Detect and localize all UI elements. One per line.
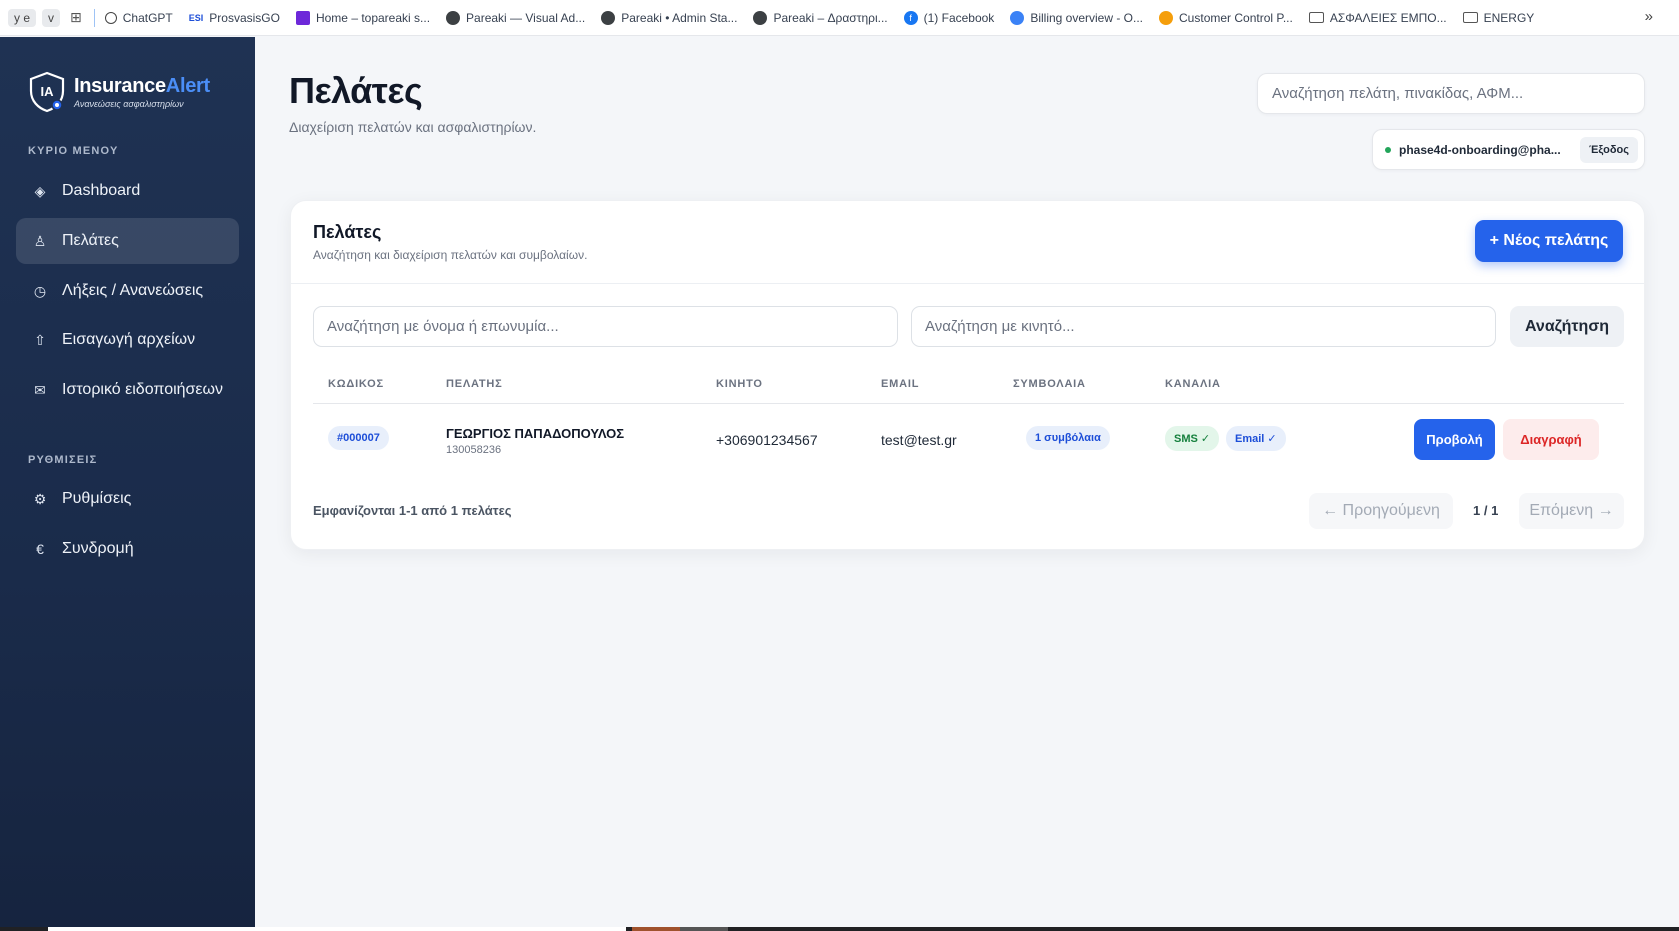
client-tax-id: 130058236 (446, 444, 502, 456)
bookmarks-bar: y e v ⊞ ChatGPT ESI ProsvasisGO Home – to… (0, 0, 1679, 36)
bookmark-customer-control[interactable]: Customer Control P... (1159, 10, 1293, 25)
globe-icon (601, 10, 616, 25)
taskbar-strip (0, 927, 1679, 931)
page-title: Πελάτες (289, 70, 423, 111)
logo-title: InsuranceAlert (74, 75, 210, 97)
bookmark-pareaki-admin[interactable]: Pareaki • Admin Sta... (601, 10, 737, 25)
clock-icon: ◷ (33, 282, 47, 299)
logout-button[interactable]: Έξοδος (1580, 136, 1638, 163)
euro-icon: € (36, 541, 44, 557)
sidebar-item-label: Ιστορικό ειδοποιήσεων (62, 381, 224, 398)
billing-icon (1010, 10, 1025, 25)
bookmark-home-topareaki[interactable]: Home – topareaki s... (295, 10, 430, 25)
sidebar-item-label: Dashboard (62, 182, 141, 199)
sidebar-item-dashboard[interactable]: ◈ Dashboard (16, 168, 239, 214)
sidebar-item-label: Συνδρομή (62, 540, 134, 557)
column-header-contracts: ΣΥΜΒΟΛΑΙΑ (1013, 378, 1086, 390)
bookmark-facebook[interactable]: f (1) Facebook (903, 10, 994, 25)
folder-icon (1462, 12, 1478, 23)
sidebar-item-label: Ρυθμίσεις (62, 490, 132, 507)
client-email: test@test.gr (881, 432, 957, 448)
sidebar-item-label: Λήξεις / Ανανεώσεις (62, 282, 204, 299)
esi-logo-icon: ESI (188, 12, 204, 23)
card-subtitle: Αναζήτηση και διαχείριση πελατών και συμ… (313, 248, 588, 262)
globe-icon (753, 10, 768, 25)
app-logo[interactable]: IA InsuranceAlert Ανανεώσεις ασφαλιστηρί… (28, 71, 210, 113)
sidebar-item-label: Εισαγωγή αρχείων (62, 331, 196, 348)
global-search-input[interactable] (1257, 73, 1645, 114)
logo-subtitle: Ανανεώσεις ασφαλιστηρίων (74, 99, 184, 109)
sidebar-item-settings[interactable]: ⚙ Ρυθμίσεις (16, 476, 239, 522)
folder-icon (1308, 12, 1324, 23)
client-code-badge: #000007 (328, 426, 389, 450)
results-count: Εμφανίζονται 1-1 από 1 πελάτες (313, 503, 512, 518)
person-icon: ♙ (33, 232, 47, 249)
view-client-button[interactable]: Προβολή (1414, 419, 1495, 460)
bookmark-prosvasisgo[interactable]: ESI ProsvasisGO (189, 11, 280, 25)
search-phone-input[interactable] (911, 306, 1496, 347)
sidebar-item-renewals[interactable]: ◷ Λήξεις / Ανανεώσεις (16, 268, 239, 314)
column-header-code: ΚΩΔΙΚΟΣ (328, 378, 384, 390)
table-header: ΚΩΔΙΚΟΣ ΠΕΛΑΤΗΣ ΚΙΝΗΤΟ EMAIL ΣΥΜΒΟΛΑΙΑ Κ… (313, 364, 1624, 404)
globe-icon (446, 10, 461, 25)
profile-pill[interactable]: y e (8, 8, 37, 27)
diamond-icon: ◈ (34, 182, 46, 199)
upload-icon: ⇧ (34, 331, 46, 348)
site-icon (295, 10, 310, 25)
extension-pill[interactable]: v (42, 8, 61, 27)
clients-card: Πελάτες Αναζήτηση και διαχείριση πελατών… (290, 200, 1645, 550)
bookmark-pareaki-activities[interactable]: Pareaki – Δραστηρι... (753, 10, 888, 25)
bookmark-folder-insurance[interactable]: ΑΣΦΑΛΕΙΕΣ ΕΜΠΟ... (1308, 11, 1447, 25)
sidebar-item-import[interactable]: ⇧ Εισαγωγή αρχείων (16, 317, 239, 363)
card-divider (291, 283, 1644, 284)
search-name-input[interactable] (313, 306, 898, 347)
user-email: phase4d-onboarding@pha... (1399, 142, 1561, 157)
envelope-icon: ✉ (34, 381, 46, 398)
online-status-dot (1385, 146, 1391, 153)
sidebar-item-label: Πελάτες (62, 232, 119, 249)
gear-icon: ⚙ (33, 490, 47, 507)
sidebar: IA InsuranceAlert Ανανεώσεις ασφαλιστηρί… (0, 37, 255, 931)
taskbar-segment (632, 927, 680, 931)
client-mobile: +306901234567 (716, 432, 818, 448)
sidebar-item-clients[interactable]: ♙ Πελάτες (16, 218, 239, 264)
sidebar-item-notifications[interactable]: ✉ Ιστορικό ειδοποιήσεων (16, 367, 239, 413)
bookmark-billing[interactable]: Billing overview - O... (1010, 10, 1143, 25)
bookmark-pareaki-visual[interactable]: Pareaki — Visual Ad... (446, 10, 585, 25)
contracts-count-badge: 1 συμβόλαια (1026, 426, 1110, 450)
client-name: ΓΕΩΡΓΙΟΣ ΠΑΠΑΔΟΠΟΥΛΟΣ (446, 426, 625, 441)
bookmark-folder-energy[interactable]: ENERGY (1462, 11, 1534, 25)
delete-client-button[interactable]: Διαγραφή (1503, 419, 1599, 460)
new-client-button[interactable]: + Νέος πελάτης (1475, 220, 1623, 262)
table-row: #000007 ΓΕΩΡΓΙΟΣ ΠΑΠΑΔΟΠΟΥΛΟΣ 130058236 … (313, 405, 1624, 477)
page-subtitle: Διαχείριση πελατών και ασφαλιστηρίων. (289, 119, 537, 135)
column-header-email: EMAIL (881, 378, 920, 390)
apps-grid-icon[interactable]: ⊞ (70, 9, 82, 26)
user-box: phase4d-onboarding@pha... Έξοδος (1372, 129, 1645, 170)
card-title: Πελάτες (313, 222, 382, 242)
shield-logo-icon: IA (29, 71, 65, 113)
nav-section-main: ΚΥΡΙΟ ΜΕΝΟΥ (28, 145, 119, 157)
more-bookmarks-icon[interactable]: » (1645, 8, 1653, 25)
column-header-channels: ΚΑΝΑΛΙΑ (1165, 378, 1221, 390)
bookmark-chatgpt[interactable]: ChatGPT (104, 11, 173, 25)
taskbar-segment (680, 927, 728, 931)
column-header-client: ΠΕΛΑΤΗΣ (446, 378, 503, 390)
taskbar-segment (48, 927, 626, 931)
column-header-mobile: ΚΙΝΗΤΟ (716, 378, 763, 390)
facebook-icon: f (903, 10, 918, 25)
nav-section-settings: ΡΥΘΜΙΣΕΙΣ (28, 454, 98, 466)
previous-page-button[interactable]: ← Προηγούμενη (1309, 493, 1453, 529)
logo-initials: IA (41, 84, 55, 99)
next-page-button[interactable]: Επόμενη → (1519, 493, 1624, 529)
search-button[interactable]: Αναζήτηση (1510, 306, 1624, 347)
sidebar-item-subscription[interactable]: € Συνδρομή (16, 526, 239, 572)
chatgpt-icon (104, 11, 117, 24)
cloud-icon (1159, 10, 1174, 25)
page-indicator: 1 / 1 (1473, 503, 1499, 518)
channel-sms-badge: SMS ✓ (1165, 426, 1220, 451)
bookmarks-separator (93, 8, 95, 27)
channel-email-badge: Email ✓ (1226, 426, 1286, 451)
